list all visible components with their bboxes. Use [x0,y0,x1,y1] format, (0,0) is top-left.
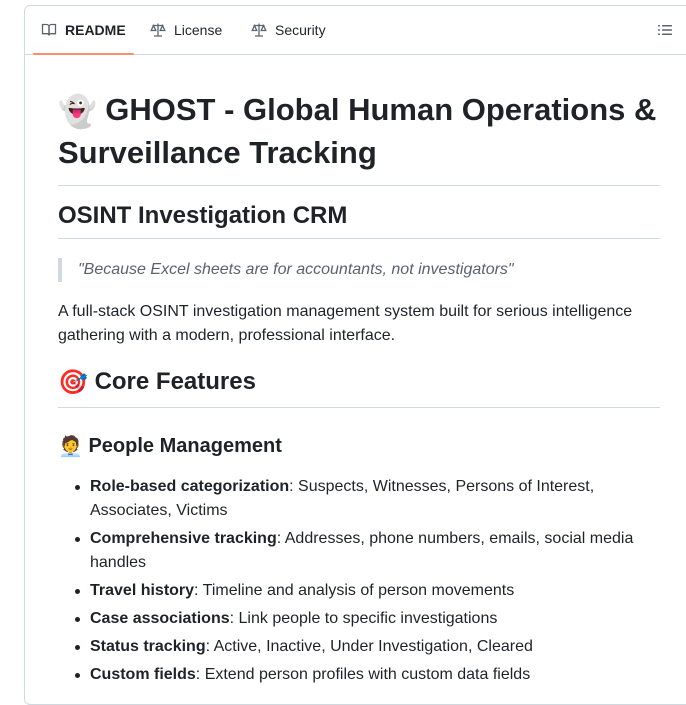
target-emoji-icon: 🎯 [58,368,88,396]
tab-readme-label: README [65,22,126,38]
list-item-term: Custom fields [90,666,196,683]
tab-license-label: License [174,22,223,38]
tagline-quote: "Because Excel sheets are for accountant… [58,258,660,282]
people-features-list: Role-based categorization: Suspects, Wit… [58,475,660,691]
list-item-text: : Active, Inactive, Under Investigation,… [205,638,533,655]
list-item: Travel history: Timeline and analysis of… [58,579,660,603]
list-item-text: : Timeline and analysis of person moveme… [194,582,515,599]
ghost-emoji-icon: 👻 [58,94,97,130]
list-unordered-icon[interactable] [657,22,673,38]
list-item-term: Status tracking [90,638,206,655]
subtitle-heading: OSINT Investigation CRM [58,200,660,239]
readme-title-text: GHOST - Global Human Operations & Survei… [58,92,657,171]
list-item-text: : Extend person profiles with custom dat… [195,666,531,683]
core-features-label: Core Features [94,368,256,395]
list-item-text: : Link people to specific investigations [229,610,498,627]
people-management-heading: 🧑‍💼 People Management [58,431,282,462]
scale-icon [251,22,267,38]
book-icon [41,22,57,38]
list-item: Case associations: Link people to specif… [58,607,660,631]
office-worker-emoji-icon: 🧑‍💼 [58,435,83,458]
people-management-label: People Management [88,435,282,457]
list-item-term: Case associations [90,610,230,627]
description-paragraph: A full-stack OSINT investigation managem… [58,303,633,344]
list-item: Role-based categorization: Suspects, Wit… [58,475,660,523]
readme-tab-bar: README License Security [25,6,686,55]
list-item: Comprehensive tracking: Addresses, phone… [58,527,660,575]
core-features-heading: 🎯 Core Features [58,366,660,408]
tab-security[interactable]: Security [251,6,326,54]
list-item-term: Role-based categorization [90,478,290,495]
list-item-term: Travel history [90,582,195,599]
tab-security-label: Security [275,22,326,38]
tab-license[interactable]: License [150,6,222,54]
list-item: Status tracking: Active, Inactive, Under… [58,635,660,659]
scale-icon [150,22,166,38]
list-item-term: Comprehensive tracking [90,530,277,547]
list-item: Custom fields: Extend person profiles wi… [58,663,660,687]
tab-readme[interactable]: README [33,6,134,55]
readme-panel: README License Security 👻 GHOST - Global… [24,5,686,705]
readme-title: 👻 GHOST - Global Human Operations & Surv… [58,89,660,187]
